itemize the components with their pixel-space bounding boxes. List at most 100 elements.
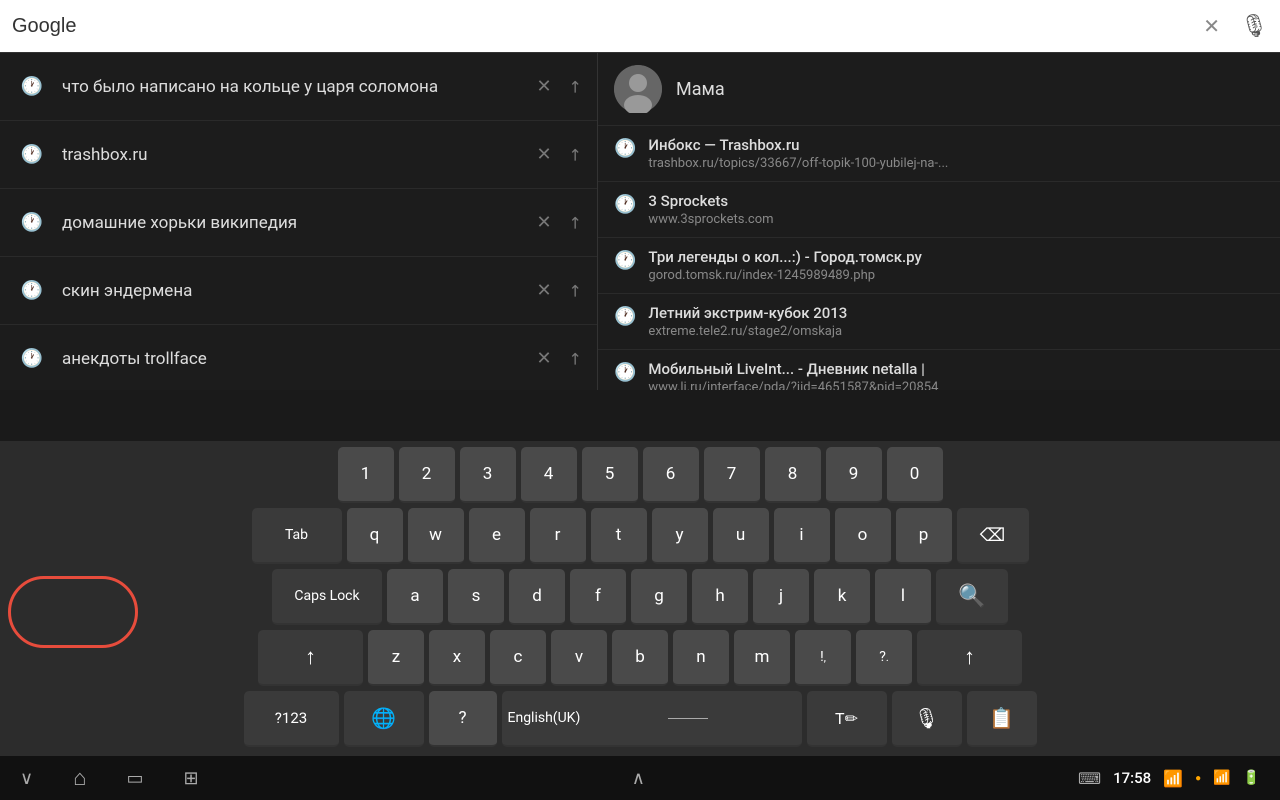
spacebar[interactable]: English(UK) <box>502 691 802 747</box>
suggestion-item[interactable]: 🕐 что было написано на кольце у царя сол… <box>0 53 597 121</box>
nav-group-left: ∨ ⌂ ▭ ⊞ <box>20 765 199 791</box>
key-o[interactable]: o <box>835 508 891 564</box>
key-clipboard[interactable]: 📋 <box>967 691 1037 747</box>
clock-icon: 🕐 <box>16 343 48 375</box>
caps-lock-key[interactable]: Caps Lock <box>272 569 382 625</box>
history-item[interactable]: 🕐 3 Sprockets www.3sprockets.com <box>598 182 1280 238</box>
keyboard-row-asdf: Caps Lock a s d f g h j k l 🔍 <box>4 569 1276 625</box>
remove-suggestion-icon[interactable]: ✕ <box>537 76 552 97</box>
key-h[interactable]: h <box>692 569 748 625</box>
content-area: 🕐 что было написано на кольце у царя сол… <box>0 52 1280 390</box>
remove-suggestion-icon[interactable]: ✕ <box>537 280 552 301</box>
key-question[interactable]: ?. <box>856 630 912 686</box>
key-e[interactable]: e <box>469 508 525 564</box>
history-title: 3 Sprockets <box>648 192 1264 210</box>
home-icon[interactable]: ⌂ <box>73 765 86 791</box>
menu-dots-icon[interactable]: ⋮ <box>1244 12 1268 40</box>
key-3[interactable]: 3 <box>460 447 516 503</box>
shift-right-key[interactable]: ↑ <box>917 630 1022 686</box>
key-f[interactable]: f <box>570 569 626 625</box>
contact-item[interactable]: Мама <box>598 53 1280 126</box>
clock-icon: 🕐 <box>16 275 48 307</box>
bottom-nav: ∨ ⌂ ▭ ⊞ ∧ ⌨ 17:58 📶 ● 📶 🔋 <box>0 756 1280 800</box>
history-title: Мобильный LiveInt... - Дневник netalla | <box>648 360 1264 378</box>
key-r[interactable]: r <box>530 508 586 564</box>
key-c[interactable]: c <box>490 630 546 686</box>
clear-icon[interactable]: ✕ <box>1203 14 1220 38</box>
history-item[interactable]: 🕐 Летний экстрим-кубок 2013 extreme.tele… <box>598 294 1280 350</box>
key-x[interactable]: x <box>429 630 485 686</box>
key-d[interactable]: d <box>509 569 565 625</box>
fill-search-icon[interactable]: ↗ <box>563 211 586 234</box>
key-globe[interactable]: 🌐 <box>344 691 424 747</box>
suggestion-item[interactable]: 🕐 скин эндермена ✕ ↗ <box>0 257 597 325</box>
history-title: Инбокс — Trashbox.ru <box>648 136 1264 154</box>
history-content: Мобильный LiveInt... - Дневник netalla |… <box>648 360 1264 390</box>
remove-suggestion-icon[interactable]: ✕ <box>537 348 552 369</box>
history-item[interactable]: 🕐 Три легенды о кол...:) - Город.томск.р… <box>598 238 1280 294</box>
history-clock-icon: 🕐 <box>614 194 636 215</box>
key-text-edit[interactable]: T✏ <box>807 691 887 747</box>
suggestion-actions: ✕ ↗ <box>537 212 582 233</box>
suggestion-item[interactable]: 🕐 анекдоты trollface ✕ ↗ <box>0 325 597 390</box>
fill-search-icon[interactable]: ↗ <box>563 75 586 98</box>
key-5[interactable]: 5 <box>582 447 638 503</box>
history-panel: Мама 🕐 Инбокс — Trashbox.ru trashbox.ru/… <box>598 53 1280 390</box>
recents-icon[interactable]: ▭ <box>126 768 143 789</box>
key-g[interactable]: g <box>631 569 687 625</box>
key-j[interactable]: j <box>753 569 809 625</box>
shift-left-key[interactable]: ↑ <box>258 630 363 686</box>
key-9[interactable]: 9 <box>826 447 882 503</box>
fill-search-icon[interactable]: ↗ <box>563 279 586 302</box>
key-2[interactable]: 2 <box>399 447 455 503</box>
back-icon[interactable]: ∨ <box>20 768 33 789</box>
key-v[interactable]: v <box>551 630 607 686</box>
key-7[interactable]: 7 <box>704 447 760 503</box>
key-a[interactable]: a <box>387 569 443 625</box>
suggestion-text: что было написано на кольце у царя солом… <box>62 77 537 97</box>
search-input[interactable] <box>12 15 1195 38</box>
key-0[interactable]: 0 <box>887 447 943 503</box>
up-arrow-icon[interactable]: ∧ <box>632 768 645 789</box>
key-6[interactable]: 6 <box>643 447 699 503</box>
qr-icon[interactable]: ⊞ <box>184 768 199 789</box>
key-t[interactable]: t <box>591 508 647 564</box>
key-l[interactable]: l <box>875 569 931 625</box>
key-w[interactable]: w <box>408 508 464 564</box>
backspace-key[interactable]: ⌫ <box>957 508 1029 564</box>
key-q[interactable]: q <box>347 508 403 564</box>
remove-suggestion-icon[interactable]: ✕ <box>537 144 552 165</box>
key-123[interactable]: ?123 <box>244 691 339 747</box>
key-z[interactable]: z <box>368 630 424 686</box>
suggestion-item[interactable]: 🕐 trashbox.ru ✕ ↗ <box>0 121 597 189</box>
key-y[interactable]: y <box>652 508 708 564</box>
key-p[interactable]: p <box>896 508 952 564</box>
key-tab[interactable]: Tab <box>252 508 342 564</box>
key-s[interactable]: s <box>448 569 504 625</box>
keyboard-icon[interactable]: ⌨ <box>1078 769 1101 788</box>
search-key[interactable]: 🔍 <box>936 569 1008 625</box>
key-m[interactable]: m <box>734 630 790 686</box>
key-i[interactable]: i <box>774 508 830 564</box>
key-mic[interactable]: 🎙 <box>892 691 962 747</box>
key-b[interactable]: b <box>612 630 668 686</box>
dot-icon: ● <box>1195 773 1201 784</box>
fill-search-icon[interactable]: ↗ <box>563 347 586 370</box>
key-exclaim[interactable]: !, <box>795 630 851 686</box>
key-u[interactable]: u <box>713 508 769 564</box>
history-content: Три легенды о кол...:) - Город.томск.ру … <box>648 248 1264 283</box>
key-k[interactable]: k <box>814 569 870 625</box>
remove-suggestion-icon[interactable]: ✕ <box>537 212 552 233</box>
history-item[interactable]: 🕐 Инбокс — Trashbox.ru trashbox.ru/topic… <box>598 126 1280 182</box>
avatar <box>614 65 662 113</box>
key-n[interactable]: n <box>673 630 729 686</box>
fill-search-icon[interactable]: ↗ <box>563 143 586 166</box>
suggestion-actions: ✕ ↗ <box>537 348 582 369</box>
history-url: extreme.tele2.ru/stage2/omskaja <box>648 324 1264 339</box>
key-4[interactable]: 4 <box>521 447 577 503</box>
key-question-bottom[interactable]: ? <box>429 691 497 747</box>
key-1[interactable]: 1 <box>338 447 394 503</box>
suggestion-item[interactable]: 🕐 домашние хорьки википедия ✕ ↗ <box>0 189 597 257</box>
history-item[interactable]: 🕐 Мобильный LiveInt... - Дневник netalla… <box>598 350 1280 390</box>
key-8[interactable]: 8 <box>765 447 821 503</box>
